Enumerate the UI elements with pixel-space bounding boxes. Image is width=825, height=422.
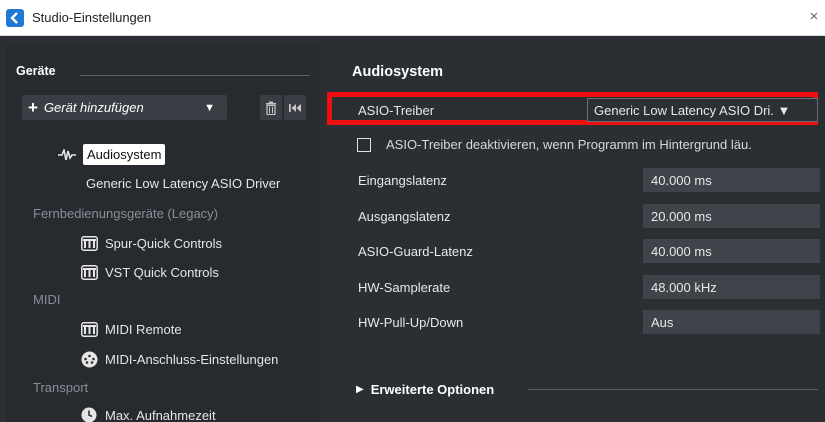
reset-device-button[interactable] — [284, 95, 306, 120]
plus-icon: + — [28, 97, 38, 117]
asio-guard-latency-value: 40.000 ms — [643, 239, 820, 263]
dropdown-arrow-icon: ▼ — [204, 101, 215, 114]
hw-pull-up-down-value[interactable]: Aus — [643, 310, 820, 334]
hw-pull-up-down-label: HW-Pull-Up/Down — [358, 315, 464, 330]
tree-item-midi-port-settings[interactable]: MIDI-Anschluss-Einstellungen — [80, 350, 278, 368]
tree-item-label: Generic Low Latency ASIO Driver — [86, 176, 281, 191]
add-device-label: Gerät hinzufügen — [43, 100, 144, 115]
deactivate-asio-label: ASIO-Treiber deaktivieren, wenn Programm… — [386, 137, 752, 152]
output-latency-value: 20.000 ms — [643, 204, 820, 228]
cubase-logo-icon — [6, 8, 24, 27]
rewind-icon — [289, 103, 301, 112]
delete-device-button[interactable] — [260, 95, 282, 120]
midi-port-icon — [80, 350, 98, 368]
window-title: Studio-Einstellungen — [32, 10, 152, 25]
add-device-button[interactable]: + Gerät hinzufügen ▼ — [22, 95, 227, 120]
controller-icon — [80, 263, 98, 281]
tree-item-audiosystem[interactable]: Audiosystem — [58, 144, 166, 165]
asio-driver-select[interactable]: Generic Low Latency ASIO Dri. ▼ — [587, 98, 818, 122]
tree-item-label: Max. Aufnahmezeit — [105, 407, 216, 422]
tree-item-label: Audiosystem — [83, 144, 166, 165]
asio-guard-latency-label: ASIO-Guard-Latenz — [358, 244, 473, 259]
clock-icon — [80, 406, 98, 422]
devices-heading-divider — [80, 75, 310, 76]
deactivate-asio-checkbox[interactable] — [357, 138, 371, 152]
tree-group-transport: Transport — [33, 380, 88, 395]
expand-triangle-icon: ▶ — [356, 384, 364, 395]
output-latency-label: Ausgangslatenz — [358, 209, 451, 224]
advanced-options-toggle[interactable]: ▶ Erweiterte Optionen — [356, 382, 494, 397]
hw-samplerate-value: 48.000 kHz — [643, 275, 820, 299]
tree-group-midi: MIDI — [33, 292, 60, 307]
hw-samplerate-label: HW-Samplerate — [358, 280, 451, 295]
input-latency-label: Eingangslatenz — [358, 173, 447, 188]
tree-group-label: Fernbedienungsgeräte (Legacy) — [33, 206, 219, 221]
tree-item-midi-remote[interactable]: MIDI Remote — [80, 320, 182, 338]
title-bar: Studio-Einstellungen × — [0, 0, 825, 36]
devices-heading: Geräte — [16, 64, 56, 78]
panel-title: Audiosystem — [352, 64, 444, 80]
tree-group-label: MIDI — [33, 292, 61, 307]
devices-heading-label: Geräte — [16, 64, 56, 78]
tree-item-label: Spur-Quick Controls — [105, 235, 223, 251]
asio-driver-label: ASIO-Treiber — [358, 103, 435, 118]
tree-item-vst-quick-controls[interactable]: VST Quick Controls — [80, 263, 219, 281]
asio-driver-value: Generic Low Latency ASIO Dri. ▼ — [594, 102, 791, 118]
tree-group-label: Transport — [33, 380, 89, 395]
advanced-options-divider — [528, 389, 818, 390]
tree-item-generic-asio-driver[interactable]: Generic Low Latency ASIO Driver — [86, 176, 280, 191]
close-button[interactable]: × — [803, 6, 825, 28]
controller-icon — [80, 320, 98, 338]
trash-icon — [266, 101, 276, 115]
tree-item-label: MIDI-Anschluss-Einstellungen — [105, 351, 279, 367]
waveform-icon — [58, 146, 76, 164]
tree-item-label: MIDI Remote — [105, 321, 182, 337]
controller-icon — [80, 234, 98, 252]
tree-group-remote-devices: Fernbedienungsgeräte (Legacy) — [33, 206, 218, 221]
tree-item-label: VST Quick Controls — [105, 264, 219, 280]
tree-item-max-record-time[interactable]: Max. Aufnahmezeit — [80, 406, 216, 422]
input-latency-value: 40.000 ms — [643, 168, 820, 192]
advanced-options-label: Erweiterte Optionen — [370, 382, 495, 397]
tree-item-track-quick-controls[interactable]: Spur-Quick Controls — [80, 234, 222, 252]
